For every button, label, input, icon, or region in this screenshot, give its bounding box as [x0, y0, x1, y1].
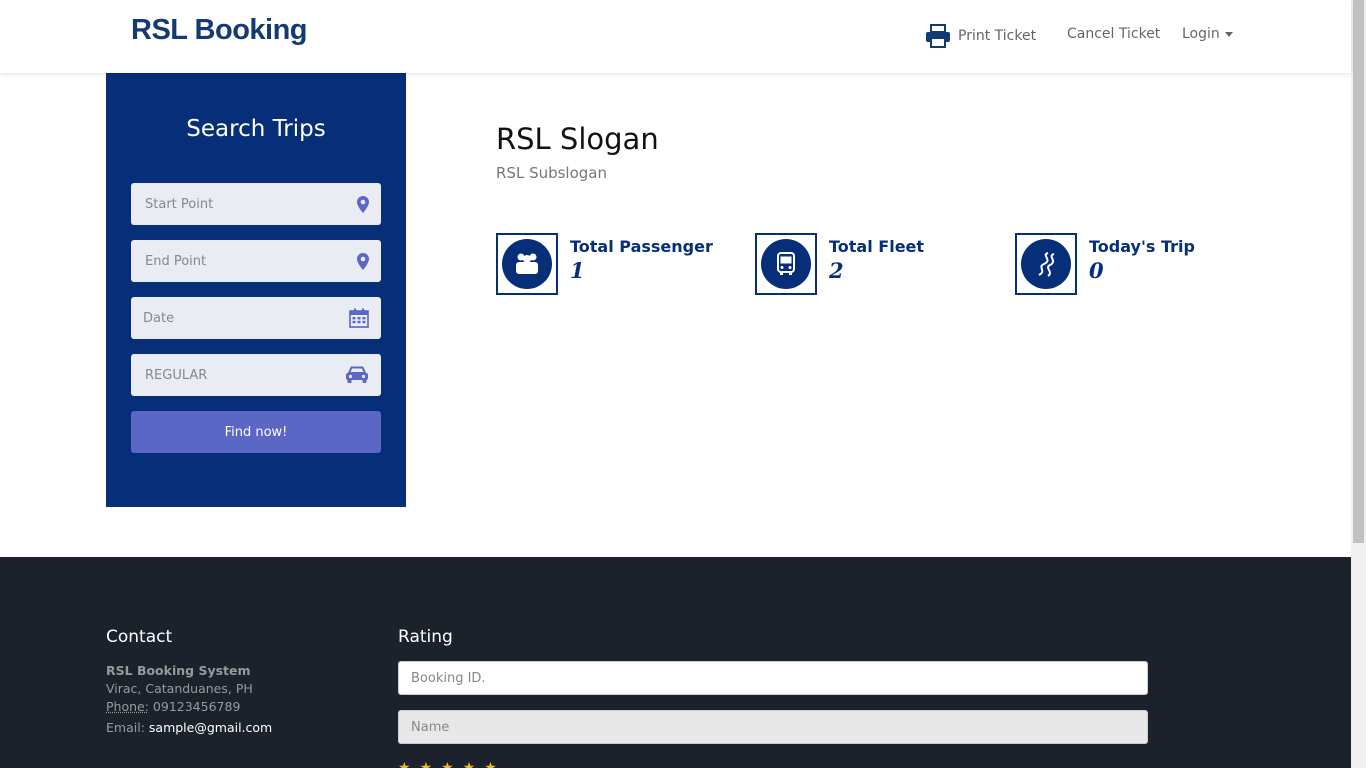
- phone-label: Phone:: [106, 699, 149, 714]
- star-icon[interactable]: ★: [441, 760, 454, 768]
- end-point-input[interactable]: End Point: [131, 240, 381, 282]
- login-label: Login: [1182, 26, 1220, 42]
- car-icon: [346, 366, 368, 383]
- contact-details: RSL Booking System Virac, Catanduanes, P…: [106, 662, 272, 737]
- login-dropdown[interactable]: Login: [1182, 26, 1233, 42]
- contact-heading: Contact: [106, 627, 173, 647]
- stat-todays-trip: Today's Trip 0: [1015, 233, 1195, 295]
- caret-down-icon: [1224, 31, 1233, 37]
- cancel-ticket-link[interactable]: Cancel Ticket: [1067, 26, 1160, 42]
- company-name: RSL Booking System: [106, 663, 251, 678]
- name-input[interactable]: Name: [398, 710, 1148, 744]
- map-marker-icon: [357, 195, 369, 213]
- phone-row: Phone: 09123456789: [106, 698, 272, 716]
- find-now-button[interactable]: Find now!: [131, 411, 381, 453]
- email-label: Email:: [106, 720, 145, 735]
- stat-label: Total Passenger: [570, 237, 713, 256]
- stat-icon-box: [496, 233, 558, 295]
- page-scrollbar[interactable]: [1351, 0, 1366, 768]
- stat-icon-box: [1015, 233, 1077, 295]
- email-row: Email: sample@gmail.com: [106, 719, 272, 737]
- print-ticket-label: Print Ticket: [958, 28, 1037, 44]
- start-point-input[interactable]: Start Point: [131, 183, 381, 225]
- stat-total-passenger: Total Passenger 1: [496, 233, 713, 295]
- company-address: Virac, Catanduanes, PH: [106, 681, 253, 696]
- date-input[interactable]: Date: [131, 297, 381, 339]
- name-placeholder: Name: [411, 719, 450, 735]
- page-subslogan: RSL Subslogan: [496, 164, 607, 182]
- calendar-icon: [349, 308, 369, 328]
- star-icon[interactable]: ★: [420, 760, 433, 768]
- phone-number: 09123456789: [152, 699, 241, 714]
- star-icon[interactable]: ★: [484, 760, 497, 768]
- search-trips-panel: Search Trips Start Point End Point Date …: [106, 73, 406, 507]
- star-icon[interactable]: ★: [398, 760, 411, 768]
- page-slogan: RSL Slogan: [496, 122, 659, 156]
- booking-id-placeholder: Booking ID.: [411, 670, 486, 686]
- top-navbar: RSL Booking Print Ticket Cancel Ticket L…: [0, 0, 1351, 73]
- stat-total-fleet: Total Fleet 2: [755, 233, 924, 295]
- search-title: Search Trips: [186, 116, 326, 142]
- cancel-ticket-label: Cancel Ticket: [1067, 26, 1161, 42]
- stat-icon-box: [755, 233, 817, 295]
- rating-heading: Rating: [398, 627, 453, 647]
- bus-class-select[interactable]: REGULAR: [131, 354, 381, 396]
- stat-value: 0: [1089, 258, 1104, 283]
- star-icon[interactable]: ★: [463, 760, 476, 768]
- scrollbar-thumb[interactable]: [1353, 0, 1364, 543]
- passengers-icon: [502, 239, 552, 289]
- stat-value: 1: [570, 258, 585, 283]
- brand-logo[interactable]: RSL Booking: [131, 14, 308, 47]
- printer-icon: [926, 24, 950, 48]
- bus-class-value: REGULAR: [145, 367, 208, 383]
- stat-value: 2: [829, 258, 844, 283]
- booking-id-input[interactable]: Booking ID.: [398, 661, 1148, 695]
- end-point-placeholder: End Point: [145, 253, 207, 269]
- date-placeholder: Date: [143, 310, 175, 326]
- road-icon: [1021, 239, 1071, 289]
- print-ticket-link[interactable]: Print Ticket: [925, 24, 1036, 48]
- map-marker-icon: [357, 252, 369, 270]
- bus-icon: [761, 239, 811, 289]
- stat-label: Today's Trip: [1089, 237, 1195, 256]
- start-point-placeholder: Start Point: [145, 196, 214, 212]
- footer: Contact RSL Booking System Virac, Catand…: [0, 557, 1351, 768]
- email-link[interactable]: sample@gmail.com: [149, 720, 272, 735]
- star-rating[interactable]: ★ ★ ★ ★ ★: [398, 760, 497, 768]
- stat-label: Total Fleet: [829, 237, 925, 256]
